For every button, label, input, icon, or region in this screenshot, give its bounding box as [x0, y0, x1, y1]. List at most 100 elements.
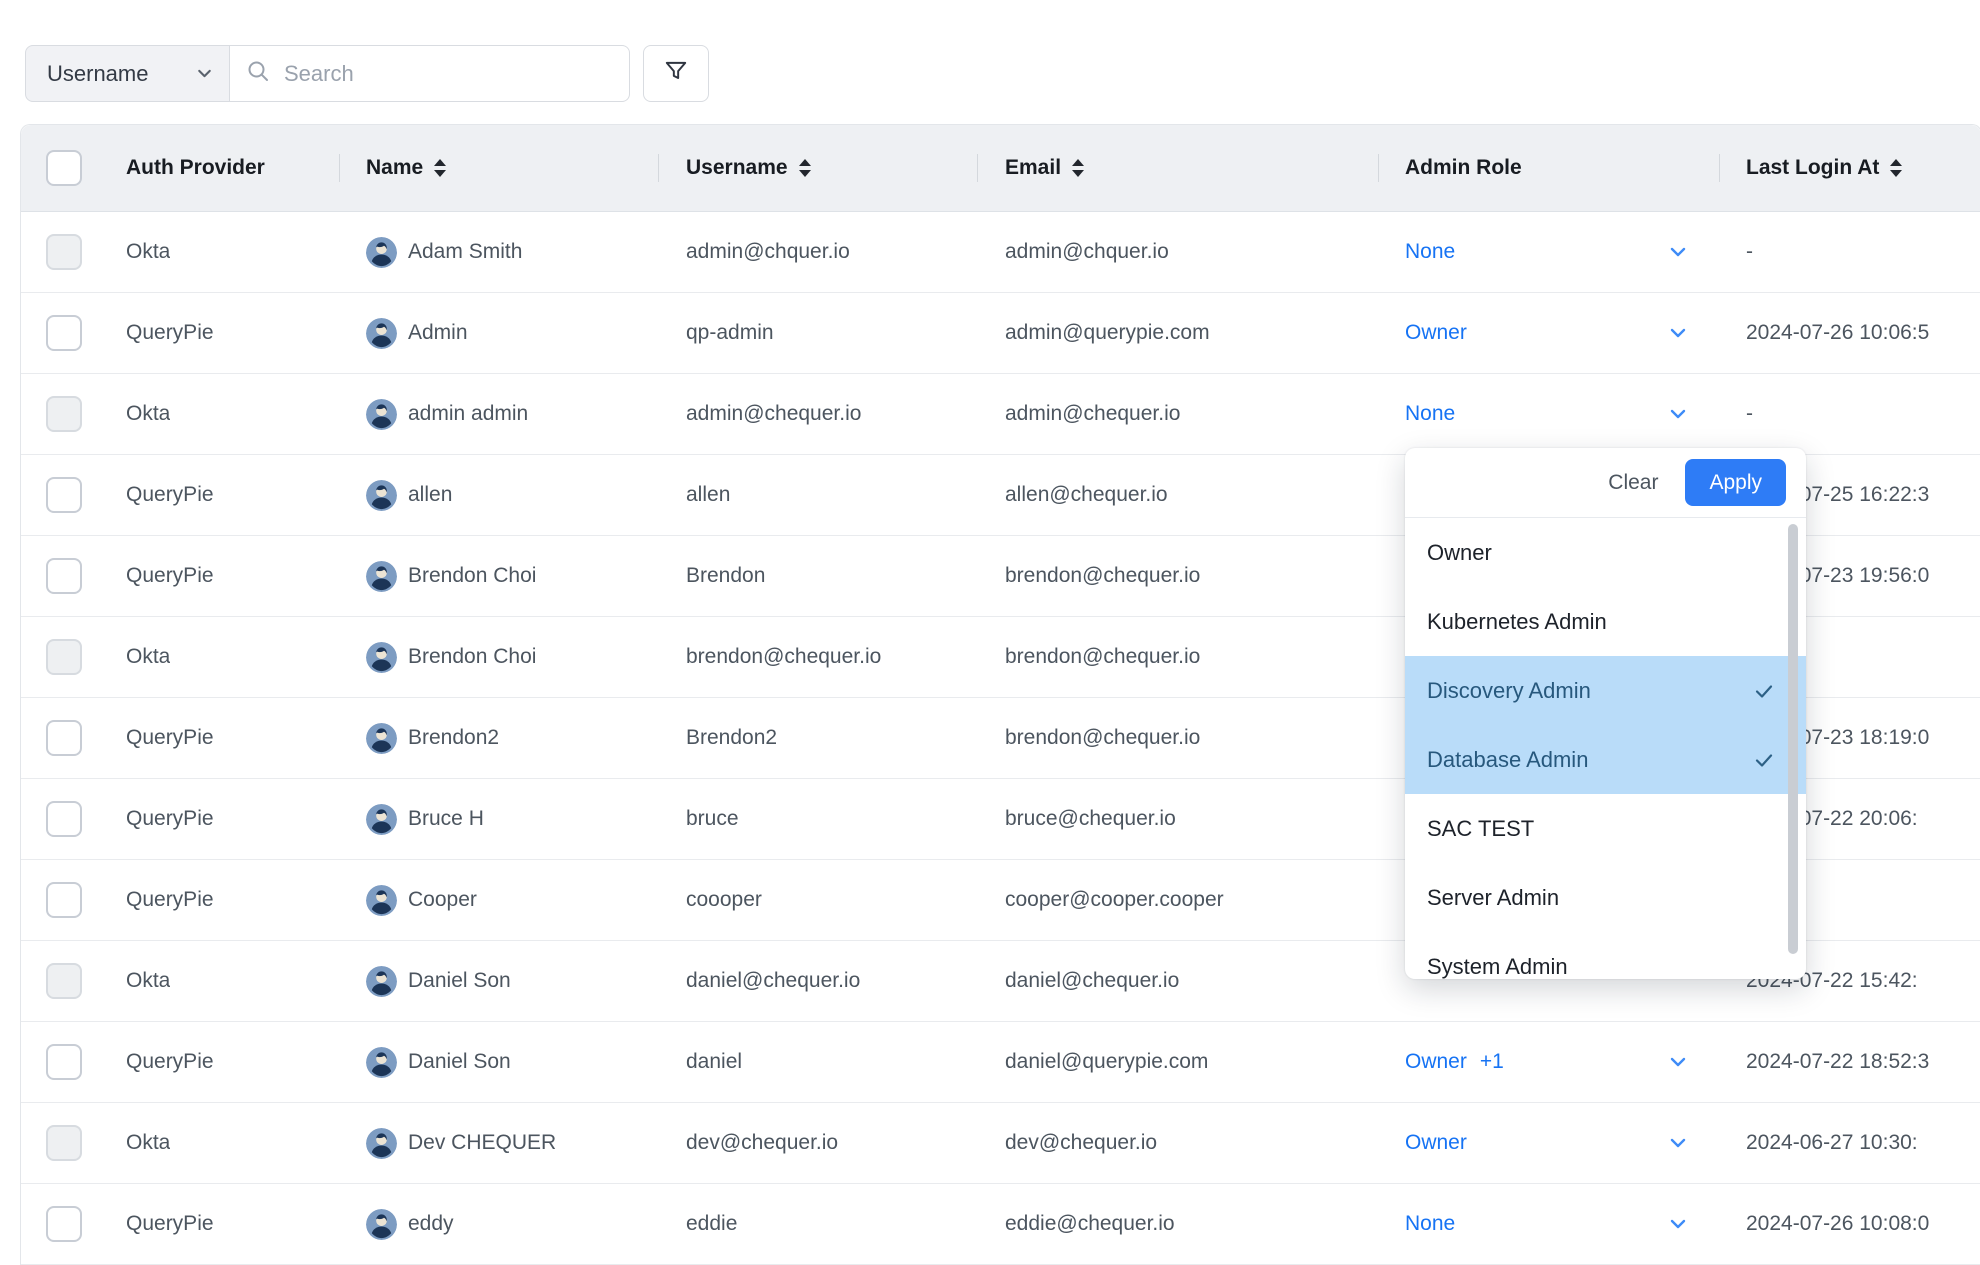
email-value: brendon@chequer.io: [1005, 536, 1200, 616]
column-divider: [977, 154, 978, 182]
chevron-down-icon[interactable]: [1666, 402, 1690, 431]
dropdown-option-owner[interactable]: Owner: [1405, 518, 1806, 587]
auth-provider-value: QueryPie: [126, 1022, 214, 1102]
chevron-down-icon[interactable]: [1666, 1131, 1690, 1160]
auth-provider-value: QueryPie: [126, 698, 214, 778]
auth-provider-value: Okta: [126, 374, 170, 454]
email-value: brendon@chequer.io: [1005, 698, 1200, 778]
search-toolbar: Username: [25, 45, 709, 102]
avatar: [366, 723, 397, 754]
auth-provider-value: QueryPie: [126, 536, 214, 616]
dropdown-option-server-admin[interactable]: Server Admin: [1405, 863, 1806, 932]
name-value: eddy: [408, 1212, 454, 1236]
filter-button[interactable]: [643, 45, 709, 102]
last-login-value: -: [1746, 212, 1980, 292]
last-login-value: 2024-06-27 10:30:: [1746, 1103, 1980, 1183]
clear-button[interactable]: Clear: [1608, 471, 1658, 495]
chevron-down-icon[interactable]: [1666, 240, 1690, 269]
email-value: cooper@cooper.cooper: [1005, 860, 1224, 940]
name-value: allen: [408, 483, 452, 507]
search-field-select[interactable]: Username: [25, 45, 230, 102]
name-cell: Daniel Son: [366, 941, 511, 1021]
dropdown-option-system-admin[interactable]: System Admin: [1405, 932, 1806, 979]
username-value: Brendon2: [686, 698, 777, 778]
username-value: Brendon: [686, 536, 765, 616]
avatar: [366, 885, 397, 916]
avatar: [366, 804, 397, 835]
column-header-name[interactable]: Name: [366, 125, 446, 211]
name-value: Daniel Son: [408, 969, 511, 993]
email-value: admin@chquer.io: [1005, 212, 1169, 292]
email-value: admin@querypie.com: [1005, 293, 1210, 373]
dropdown-option-discovery-admin[interactable]: Discovery Admin: [1405, 656, 1806, 725]
table-row: Okta Adam Smith admin@chquer.io admin@ch…: [21, 212, 1980, 293]
filter-funnel-icon: [663, 58, 689, 89]
name-value: Adam Smith: [408, 240, 522, 264]
dropdown-header: Clear Apply: [1405, 448, 1806, 518]
table-row: QueryPie Daniel Son daniel daniel@queryp…: [21, 1022, 1980, 1103]
username-value: bruce: [686, 779, 739, 859]
avatar: [366, 561, 397, 592]
row-checkbox[interactable]: [46, 558, 82, 594]
row-checkbox[interactable]: [46, 315, 82, 351]
column-header-username[interactable]: Username: [686, 125, 811, 211]
apply-button[interactable]: Apply: [1685, 459, 1786, 506]
column-divider: [658, 154, 659, 182]
name-cell: admin admin: [366, 374, 528, 454]
name-cell: Brendon Choi: [366, 536, 536, 616]
dropdown-option-kubernetes-admin[interactable]: Kubernetes Admin: [1405, 587, 1806, 656]
username-value: daniel@chequer.io: [686, 941, 860, 1021]
admin-role-dropdown-trigger[interactable]: Owner +1: [1405, 1022, 1504, 1102]
name-cell: Brendon2: [366, 698, 499, 778]
admin-role-dropdown-trigger[interactable]: None: [1405, 374, 1455, 454]
table-row: Okta admin admin admin@chequer.io admin@…: [21, 374, 1980, 455]
column-divider: [339, 154, 340, 182]
column-header-auth-provider: Auth Provider: [126, 125, 265, 211]
row-checkbox[interactable]: [46, 720, 82, 756]
table-header-row: Auth Provider Name Username Email Admin …: [21, 125, 1980, 212]
name-cell: Cooper: [366, 860, 477, 940]
admin-role-dropdown-trigger[interactable]: Owner: [1405, 293, 1467, 373]
avatar: [366, 237, 397, 268]
chevron-down-icon[interactable]: [1666, 1212, 1690, 1241]
name-cell: Bruce H: [366, 779, 484, 859]
admin-role-dropdown-trigger[interactable]: Owner: [1405, 1103, 1467, 1183]
row-checkbox[interactable]: [46, 801, 82, 837]
email-value: brendon@chequer.io: [1005, 617, 1200, 697]
dropdown-option-database-admin[interactable]: Database Admin: [1405, 725, 1806, 794]
search-box[interactable]: [230, 45, 630, 102]
avatar: [366, 642, 397, 673]
column-header-email[interactable]: Email: [1005, 125, 1084, 211]
chevron-down-icon[interactable]: [1666, 1050, 1690, 1079]
row-checkbox: [46, 1125, 82, 1161]
name-cell: Admin: [366, 293, 468, 373]
email-value: allen@chequer.io: [1005, 455, 1168, 535]
sort-icon: [799, 159, 811, 177]
name-value: Admin: [408, 321, 468, 345]
name-value: Bruce H: [408, 807, 484, 831]
email-value: daniel@querypie.com: [1005, 1022, 1208, 1102]
row-checkbox: [46, 396, 82, 432]
name-cell: eddy: [366, 1184, 454, 1264]
column-header-last-login[interactable]: Last Login At: [1746, 125, 1902, 211]
admin-role-dropdown-trigger[interactable]: None: [1405, 1184, 1455, 1264]
search-icon: [246, 59, 270, 88]
name-value: Brendon Choi: [408, 564, 536, 588]
row-checkbox[interactable]: [46, 477, 82, 513]
row-checkbox[interactable]: [46, 1206, 82, 1242]
row-checkbox: [46, 639, 82, 675]
dropdown-scrollbar[interactable]: [1788, 524, 1798, 954]
admin-role-dropdown-trigger[interactable]: None: [1405, 212, 1455, 292]
username-value: coooper: [686, 860, 762, 940]
row-checkbox[interactable]: [46, 882, 82, 918]
name-cell: Dev CHEQUER: [366, 1103, 556, 1183]
search-input[interactable]: [282, 60, 613, 88]
dropdown-option-sac-test[interactable]: SAC TEST: [1405, 794, 1806, 863]
row-checkbox[interactable]: [46, 1044, 82, 1080]
chevron-down-icon[interactable]: [1666, 321, 1690, 350]
email-value: bruce@chequer.io: [1005, 779, 1176, 859]
select-all-checkbox[interactable]: [46, 150, 82, 186]
avatar: [366, 1047, 397, 1078]
avatar: [366, 318, 397, 349]
name-value: Daniel Son: [408, 1050, 511, 1074]
